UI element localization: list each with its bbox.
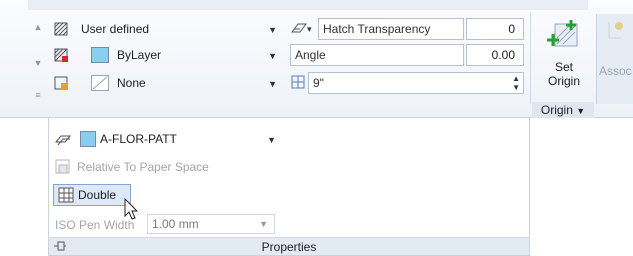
associative-icon xyxy=(605,18,633,51)
background-color-value: None xyxy=(117,76,146,90)
associative-label: Assoc xyxy=(599,64,632,78)
associative-button[interactable]: Assoc xyxy=(596,14,633,104)
angle-value[interactable]: 0.00 xyxy=(466,44,524,66)
iso-pen-width-value: 1.00 mm xyxy=(152,217,199,231)
hatch-type-combo[interactable]: User defined ▼ xyxy=(76,18,282,40)
scroll-down-icon[interactable]: ▼ xyxy=(33,58,43,68)
ribbon-scroll: ▲ ▼ ≡ xyxy=(28,10,48,110)
layer-stack-icon xyxy=(55,132,73,146)
iso-pen-width-row: ISO Pen Width xyxy=(55,214,134,236)
spinner-icon[interactable]: ▲ ▼ xyxy=(512,74,520,92)
svg-text:▾: ▾ xyxy=(307,24,312,34)
dropdown-arrow-icon[interactable]: ▼ xyxy=(268,25,277,35)
crosshatch-icon xyxy=(58,187,78,203)
spacing-icon xyxy=(290,74,306,93)
layer-row xyxy=(55,128,73,150)
none-swatch xyxy=(91,75,109,91)
origin-group-footer[interactable]: Origin ▼ xyxy=(532,102,594,118)
chevron-down-icon: ▼ xyxy=(576,106,586,116)
group-divider xyxy=(530,12,531,104)
scroll-up-icon[interactable]: ▲ xyxy=(33,22,43,32)
layer-combo[interactable]: A-FLOR-PATT ▼ xyxy=(75,128,281,150)
relative-paper-space-toggle[interactable]: Relative To Paper Space xyxy=(55,156,209,178)
hatch-color-row xyxy=(52,44,70,66)
transparency-field[interactable]: Hatch Transparency xyxy=(318,18,464,40)
hatch-color-combo[interactable]: ByLayer ▼ xyxy=(86,44,282,66)
double-toggle-button[interactable]: Double xyxy=(53,184,131,206)
set-origin-label-2: Origin xyxy=(547,74,580,88)
properties-title: Properties xyxy=(261,240,317,254)
transparency-icon[interactable]: ▾ xyxy=(290,20,314,39)
paper-space-icon xyxy=(55,159,77,175)
hatch-color-icon xyxy=(52,46,70,64)
hatch-type-value: User defined xyxy=(81,22,150,36)
hatch-type-row xyxy=(52,18,70,40)
hatch-type-icon xyxy=(52,20,70,38)
background-color-icon xyxy=(52,74,70,92)
properties-panel-expanded: A-FLOR-PATT ▼ Relative To Paper Space Do… xyxy=(48,118,530,256)
background-color-row xyxy=(52,72,70,94)
iso-pen-width-label: ISO Pen Width xyxy=(55,218,135,232)
iso-pen-width-combo[interactable]: 1.00 mm ▼ xyxy=(147,214,275,234)
origin-footer-label: Origin xyxy=(540,103,573,117)
double-label: Double xyxy=(78,188,117,202)
set-origin-icon xyxy=(547,18,581,52)
set-origin-label-1: Set xyxy=(554,60,573,74)
transparency-value[interactable]: 0 xyxy=(466,18,524,40)
ribbon-strip xyxy=(28,0,588,10)
set-origin-button[interactable]: Set Origin xyxy=(538,14,590,102)
expand-icon[interactable]: ≡ xyxy=(33,90,43,100)
dropdown-arrow-icon[interactable]: ▼ xyxy=(268,79,277,89)
dropdown-arrow-icon[interactable]: ▼ xyxy=(268,51,277,61)
layer-value: A-FLOR-PATT xyxy=(100,132,177,146)
dropdown-arrow-icon[interactable]: ▼ xyxy=(267,135,276,145)
relative-paper-space-label: Relative To Paper Space xyxy=(77,160,209,174)
color-swatch xyxy=(91,47,109,63)
angle-field[interactable]: Angle xyxy=(290,44,464,66)
dropdown-arrow-icon[interactable]: ▼ xyxy=(259,219,268,229)
hatch-color-value: ByLayer xyxy=(117,48,162,62)
transparency-label: Hatch Transparency xyxy=(323,22,431,36)
spacing-field[interactable]: 9" ▲ ▼ xyxy=(308,72,524,94)
spacing-value: 9" xyxy=(313,76,324,90)
properties-panel-footer: Properties xyxy=(49,237,529,255)
layer-color-swatch xyxy=(80,131,96,147)
background-color-combo[interactable]: None ▼ xyxy=(86,72,282,94)
angle-label: Angle xyxy=(295,48,326,62)
